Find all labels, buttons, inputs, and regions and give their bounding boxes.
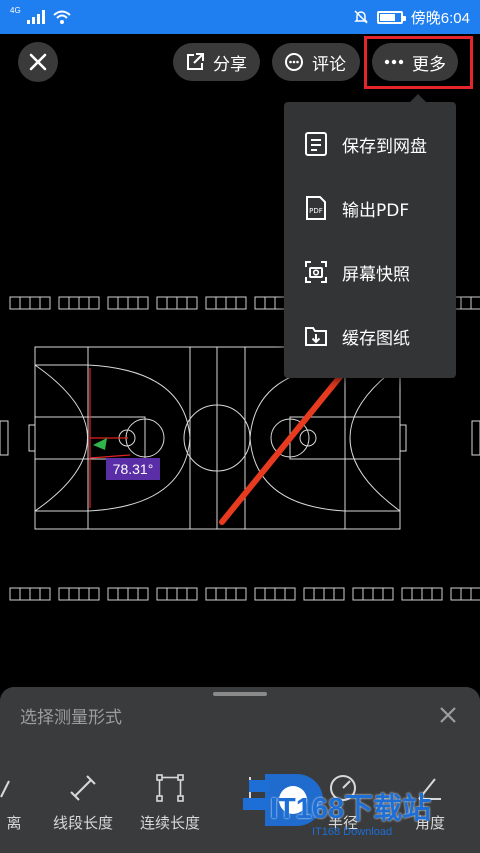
screenshot-icon [305, 261, 327, 283]
comment-label: 评论 [312, 54, 346, 75]
network-type: 4G [10, 6, 21, 15]
distance-icon [0, 780, 10, 798]
menu-item-label: 输出PDF [342, 200, 410, 221]
save-to-disk-icon [305, 132, 327, 156]
signal-icon [26, 10, 45, 24]
seat-block [450, 587, 480, 601]
seats-bottom-row [9, 587, 480, 601]
continuous-length-icon [156, 774, 184, 802]
tool-label: 连续长度 [140, 814, 201, 832]
status-right: 傍晚6:04 [353, 7, 470, 28]
tool-distance[interactable]: 离 [0, 770, 32, 833]
close-icon [440, 707, 456, 723]
battery-icon [376, 10, 406, 24]
wifi-icon [53, 10, 71, 24]
menu-item-label: 缓存图纸 [342, 328, 410, 349]
watermark-subtext: IT168 Download [312, 826, 393, 838]
svg-text:PDF: PDF [309, 207, 323, 215]
angle-measure-label: 78.31° [106, 458, 160, 480]
menu-item-save-to-disk[interactable]: 保存到网盘 [284, 112, 456, 176]
tool-segment-length[interactable]: 线段长度 [53, 770, 113, 833]
more-dropdown-menu: 保存到网盘 PDF 输出PDF 屏幕快照 缓存图纸 [284, 94, 456, 378]
menu-item-label: 保存到网盘 [342, 136, 427, 157]
menu-item-export-pdf[interactable]: PDF 输出PDF [284, 176, 456, 240]
tool-label: 离 [6, 814, 22, 832]
tool-continuous-length[interactable]: 连续长度 [140, 770, 200, 833]
status-left: 4G [10, 6, 71, 24]
menu-item-label: 屏幕快照 [342, 264, 410, 285]
watermark-text: IT168下载站 [270, 793, 432, 825]
share-button[interactable]: 分享 [173, 43, 260, 81]
share-label: 分享 [213, 54, 247, 75]
close-button[interactable] [18, 42, 58, 82]
pdf-icon: PDF [306, 196, 326, 220]
close-icon [29, 53, 47, 71]
sheet-close-button[interactable] [436, 703, 460, 727]
comment-button[interactable]: 评论 [272, 43, 360, 81]
menu-item-screenshot[interactable]: 屏幕快照 [284, 240, 456, 304]
sheet-drag-handle[interactable] [213, 692, 267, 696]
sheet-title: 选择测量形式 [20, 708, 122, 728]
segment-length-icon [70, 775, 96, 801]
angle-marker-icon [93, 438, 107, 450]
comment-icon [285, 53, 303, 71]
status-bar: 4G 傍晚6:04 [0, 0, 480, 34]
share-icon [187, 53, 204, 70]
measurement-lines [89, 368, 131, 508]
menu-item-cache-drawing[interactable]: 缓存图纸 [284, 304, 456, 368]
mute-icon [353, 10, 368, 24]
cache-download-icon [305, 327, 327, 346]
more-highlight-box [364, 36, 473, 89]
tool-label: 线段长度 [53, 814, 114, 832]
clock: 傍晚6:04 [410, 9, 470, 27]
